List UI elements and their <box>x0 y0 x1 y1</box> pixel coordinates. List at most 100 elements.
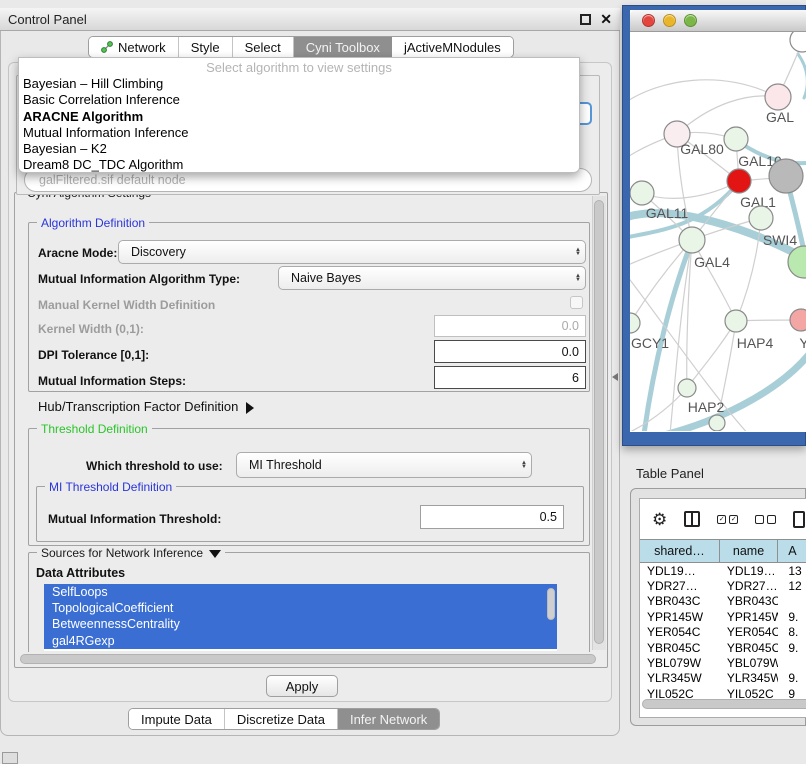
network-canvas[interactable]: GALGAL80GAL10GAL1GAL11SWI4GAL4GCY1HAP4YH… <box>630 32 806 431</box>
manual-kernel-width-label: Manual Kernel Width Definition <box>38 298 215 312</box>
data-attribute-item[interactable]: BetweennessCentrality <box>44 616 557 632</box>
network-node-hap2[interactable] <box>678 379 696 397</box>
network-edge[interactable] <box>630 80 778 102</box>
network-node-gal11[interactable] <box>630 181 654 205</box>
document-icon[interactable] <box>793 511 805 528</box>
data-attributes-list[interactable]: SelfLoopsTopologicalCoefficientBetweenne… <box>44 584 557 651</box>
tab-discretize-data[interactable]: Discretize Data <box>225 709 338 729</box>
mi-threshold-input[interactable]: 0.5 <box>420 505 564 529</box>
mi-steps-label: Mutual Information Steps: <box>38 374 186 388</box>
network-node-gal1[interactable] <box>727 169 751 193</box>
network-node-label: GAL <box>766 109 794 125</box>
network-node-gal[interactable] <box>765 84 791 110</box>
column-header-shared-name[interactable]: shared… <box>640 540 720 562</box>
close-window-icon[interactable]: ✕ <box>600 14 612 25</box>
network-edge[interactable] <box>677 96 778 134</box>
table-row[interactable]: YBL079WYBL079W <box>640 655 806 670</box>
algorithm-option[interactable]: Mutual Information Inference <box>19 125 579 141</box>
dpi-tolerance-label: DPI Tolerance [0,1]: <box>38 348 149 362</box>
table-row[interactable]: YDR27…YDR27…12 <box>640 578 806 593</box>
kernel-width-value: 0.0 <box>562 319 579 333</box>
network-node[interactable] <box>790 32 806 52</box>
data-attribute-item[interactable]: SelfLoops <box>44 584 557 600</box>
kernel-width-input[interactable]: 0.0 <box>434 315 586 337</box>
which-threshold-combobox[interactable]: MI Threshold ▲▼ <box>236 452 532 478</box>
network-edge[interactable] <box>692 240 736 321</box>
table-row[interactable]: YLR345WYLR345W9. <box>640 671 806 686</box>
network-node-gal10[interactable] <box>724 127 748 151</box>
table-row[interactable]: YBR045CYBR045C9. <box>640 640 806 655</box>
table-row[interactable]: YBR043CYBR043C <box>640 594 806 609</box>
tab-cyni-toolbox-label: Cyni Toolbox <box>306 40 380 55</box>
table-hscroll-thumb[interactable] <box>642 699 806 709</box>
network-node-gcy1[interactable] <box>630 313 640 333</box>
tab-network[interactable]: Network <box>89 37 179 57</box>
tab-select[interactable]: Select <box>233 37 294 57</box>
algorithm-option[interactable]: ARACNE Algorithm <box>19 109 579 125</box>
network-window-titlebar[interactable] <box>630 10 806 32</box>
table-cell: YLR345W <box>720 671 778 686</box>
tab-jactivemnodules[interactable]: jActiveMNodules <box>392 37 513 57</box>
algorithm-option[interactable]: Bayesian – Hill Climbing <box>19 76 579 92</box>
network-node-gal4[interactable] <box>679 227 705 253</box>
network-node-y[interactable] <box>790 309 806 331</box>
tab-style[interactable]: Style <box>179 37 233 57</box>
aracne-mode-combobox[interactable]: Discovery ▲▼ <box>118 240 586 264</box>
close-traffic-light[interactable] <box>642 14 655 27</box>
column-header-name[interactable]: name <box>720 540 778 562</box>
algorithm-option[interactable]: Dream8 DC_TDC Algorithm <box>19 157 579 173</box>
deselect-all-checks-icon[interactable] <box>755 515 776 524</box>
expander-arrow-icon <box>246 402 254 414</box>
apply-button[interactable]: Apply <box>266 675 338 697</box>
data-attribute-item[interactable]: TopologicalCoefficient <box>44 600 557 616</box>
mi-steps-input[interactable]: 6 <box>434 366 586 389</box>
network-node-swi4[interactable] <box>749 206 773 230</box>
tab-infer-network[interactable]: Infer Network <box>338 709 439 729</box>
minimize-traffic-light[interactable] <box>663 14 676 27</box>
panel-collapse-handle[interactable] <box>612 373 618 381</box>
network-node-label: GCY1 <box>631 335 669 351</box>
columns-icon[interactable] <box>684 511 700 527</box>
select-all-checks-icon[interactable]: ✓✓ <box>717 515 738 524</box>
aracne-mode-value: Discovery <box>131 245 575 259</box>
table-row[interactable]: YDL19…YDL19…13 <box>640 563 806 578</box>
data-attribute-item[interactable]: gal4RGexp <box>44 633 557 649</box>
list-scrollbar[interactable] <box>547 588 555 620</box>
mi-algorithm-type-combobox[interactable]: Naive Bayes ▲▼ <box>278 266 586 290</box>
algorithm-option[interactable]: Bayesian – K2 <box>19 141 579 157</box>
network-node-label: Y <box>799 335 806 351</box>
table-row[interactable]: YER054CYER054C8. <box>640 625 806 640</box>
table-source-value: galFiltered.sif default node <box>39 173 186 187</box>
data-attributes-items: SelfLoopsTopologicalCoefficientBetweenne… <box>44 584 557 649</box>
manual-kernel-width-checkbox[interactable] <box>570 296 583 309</box>
table-cell: YDL19… <box>640 563 720 578</box>
network-node[interactable] <box>769 159 803 193</box>
restore-window-icon[interactable] <box>580 14 591 25</box>
network-edge-highlighted[interactable] <box>798 54 806 98</box>
network-edge[interactable] <box>630 388 687 431</box>
column-header-third[interactable]: A <box>778 540 806 562</box>
dpi-tolerance-input[interactable]: 0.0 <box>434 340 586 363</box>
table-cell: YER054C <box>640 625 720 640</box>
network-node[interactable] <box>709 415 725 431</box>
mi-threshold-frame-title: MI Threshold Definition <box>45 480 176 494</box>
algorithm-option[interactable]: Basic Correlation Inference <box>19 92 579 108</box>
table-row[interactable]: YPR145WYPR145W9. <box>640 609 806 624</box>
control-panel-tabbar: Network Style Select Cyni Toolbox jActiv… <box>88 36 514 58</box>
zoom-traffic-light[interactable] <box>684 14 697 27</box>
table-cell: YDL19… <box>720 563 778 578</box>
network-edge[interactable] <box>687 321 736 388</box>
settings-hscroll-thumb[interactable] <box>20 654 596 664</box>
mi-algorithm-type-value: Naive Bayes <box>291 271 575 285</box>
tab-cyni-toolbox[interactable]: Cyni Toolbox <box>294 37 392 57</box>
tab-impute-data[interactable]: Impute Data <box>129 709 225 729</box>
corner-widget[interactable] <box>2 752 18 764</box>
settings-vscroll-thumb[interactable] <box>594 200 604 644</box>
network-node-hap4[interactable] <box>725 310 747 332</box>
hub-definition-expander[interactable]: Hub/Transcription Factor Definition <box>38 399 254 414</box>
table-cell: 8. <box>778 625 806 640</box>
network-edge[interactable] <box>687 240 692 388</box>
table-cell <box>778 655 806 670</box>
gear-icon[interactable]: ⚙ <box>652 511 667 528</box>
algorithm-popup: Select algorithm to view settings Bayesi… <box>18 57 580 173</box>
